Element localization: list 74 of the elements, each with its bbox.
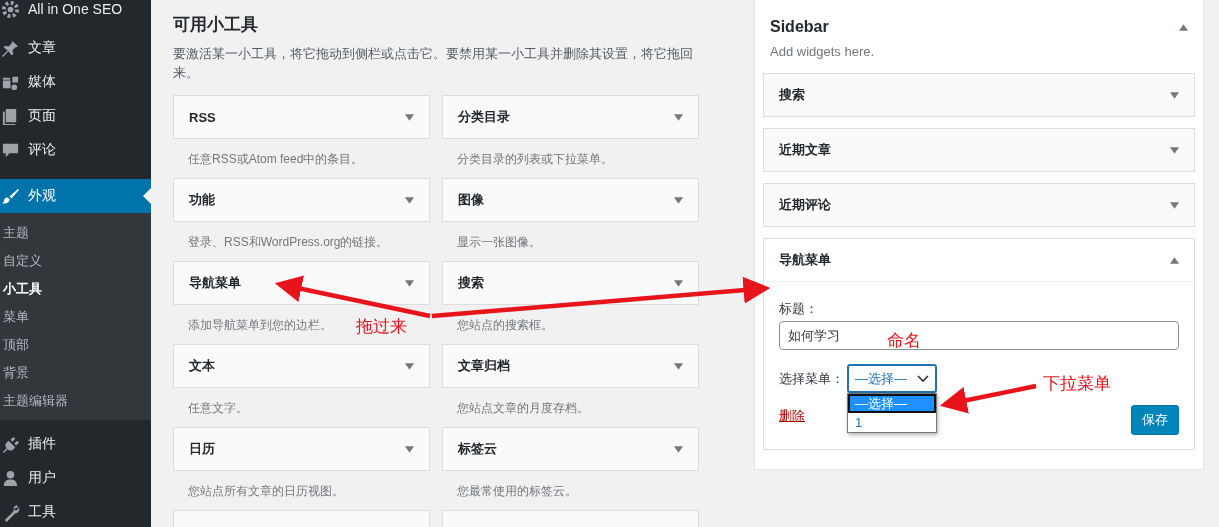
widget-description: 登录、RSS和WordPress.org的链接。 bbox=[188, 234, 389, 251]
menu-item[interactable]: 用户 bbox=[0, 461, 151, 495]
save-button[interactable]: 保存 bbox=[1131, 405, 1179, 435]
gear-icon bbox=[1, 0, 20, 19]
caret-icon bbox=[1170, 201, 1179, 209]
caret-icon bbox=[674, 362, 683, 370]
widget-header[interactable]: 日历 bbox=[173, 427, 430, 471]
annotation-text: 命名 bbox=[887, 330, 921, 352]
widget-header[interactable]: 导航菜单 bbox=[173, 261, 430, 305]
widget-description: 添加导航菜单到您的边栏。 bbox=[188, 317, 332, 334]
chevron-icon bbox=[917, 374, 929, 383]
menu-dropdown[interactable]: —选择— bbox=[847, 364, 937, 393]
submenu-item[interactable]: 主题 bbox=[0, 219, 151, 247]
caret-icon bbox=[405, 279, 414, 287]
caret-icon bbox=[1170, 256, 1179, 264]
widget-header[interactable]: 近期评论 bbox=[764, 184, 1194, 226]
menu-item[interactable]: All in One SEO bbox=[0, 0, 151, 26]
submenu-item[interactable]: 顶部 bbox=[0, 331, 151, 359]
section-title: 可用小工具 bbox=[173, 14, 259, 36]
annotation-text: 下拉菜单 bbox=[1043, 373, 1111, 395]
widget-header[interactable]: 标签云 bbox=[442, 427, 699, 471]
user-icon bbox=[1, 468, 20, 488]
widget-header[interactable]: RSS bbox=[173, 95, 430, 139]
sidebar-description: Add widgets here. bbox=[769, 43, 876, 61]
caret-icon bbox=[405, 196, 414, 204]
widget-header[interactable]: 功能 bbox=[173, 178, 430, 222]
caret-icon bbox=[405, 113, 414, 121]
caret-icon bbox=[1170, 146, 1179, 154]
plug-icon bbox=[1, 434, 20, 454]
caret-icon[interactable] bbox=[1179, 23, 1188, 31]
widget-description: 任意RSS或Atom feed中的条目。 bbox=[188, 151, 364, 168]
menu-item[interactable]: 媒体 bbox=[0, 65, 151, 99]
menu-item[interactable]: 页面 bbox=[0, 99, 151, 133]
caret-icon bbox=[1170, 91, 1179, 99]
annotation-text: 拖过来 bbox=[356, 316, 407, 338]
widget-description: 分类目录的列表或下拉菜单。 bbox=[457, 151, 613, 168]
field-label: 选择菜单： bbox=[779, 369, 844, 388]
sidebar-title: Sidebar bbox=[770, 18, 829, 36]
submenu-item[interactable]: 背景 bbox=[0, 359, 151, 387]
widget-header[interactable]: 导航菜单 bbox=[764, 239, 1194, 282]
menu-item[interactable]: 文章 bbox=[0, 31, 151, 65]
menu-item[interactable]: 插件 bbox=[0, 427, 151, 461]
caret-icon bbox=[405, 362, 414, 370]
widget-description: 您站点文章的月度存档。 bbox=[457, 400, 589, 417]
widget-header[interactable]: 文章归档 bbox=[442, 344, 699, 388]
menu-item[interactable]: 工具 bbox=[0, 495, 151, 527]
widget-header[interactable]: 搜索 bbox=[442, 261, 699, 305]
widget-header[interactable]: 搜索 bbox=[764, 74, 1194, 116]
widget-header[interactable]: 分类目录 bbox=[442, 95, 699, 139]
submenu-item[interactable]: 小工具 bbox=[0, 275, 151, 303]
widget-header[interactable]: 近期文章 bbox=[764, 129, 1194, 171]
widget-description: 您最常使用的标签云。 bbox=[457, 483, 577, 500]
widget-description: 您站点的搜索框。 bbox=[457, 317, 553, 334]
pin-icon bbox=[1, 38, 20, 58]
brush-icon bbox=[1, 186, 20, 206]
menu-item[interactable]: 外观 bbox=[0, 179, 151, 213]
dropdown-option[interactable]: 1 bbox=[848, 413, 936, 432]
widget-header[interactable]: 图像 bbox=[442, 178, 699, 222]
section-description: 要激活某一小工具，将它拖动到侧栏或点击它。要禁用某一小工具并删除其设置，将它拖回来。 bbox=[173, 45, 694, 82]
submenu-item[interactable]: 自定义 bbox=[0, 247, 151, 275]
widget-description: 任意文字。 bbox=[188, 400, 248, 417]
caret-icon bbox=[674, 196, 683, 204]
caret-icon bbox=[405, 445, 414, 453]
submenu-item[interactable]: 主题编辑器 bbox=[0, 387, 151, 415]
caret-icon bbox=[674, 113, 683, 121]
menu-item[interactable]: 评论 bbox=[0, 133, 151, 167]
delete-link[interactable]: 删除 bbox=[779, 407, 805, 425]
caret-icon bbox=[674, 279, 683, 287]
widget-header[interactable]: 文本 bbox=[173, 344, 430, 388]
field-label: 标题： bbox=[779, 300, 819, 318]
widget-description: 显示一张图像。 bbox=[457, 234, 541, 251]
widget-description: 您站点所有文章的日历视图。 bbox=[188, 483, 344, 500]
submenu-item[interactable]: 菜单 bbox=[0, 303, 151, 331]
caret-icon bbox=[674, 445, 683, 453]
